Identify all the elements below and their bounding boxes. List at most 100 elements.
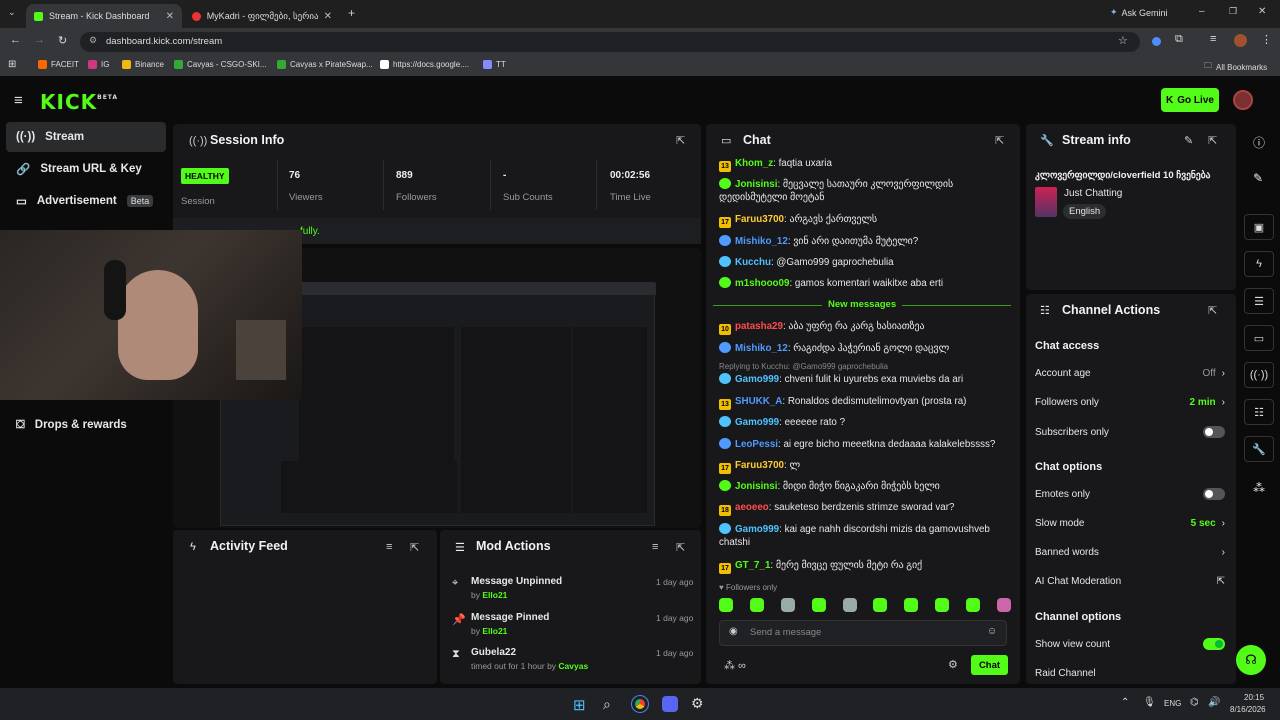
bookmark-star-icon[interactable]: ☆ [1118,34,1128,47]
mod-action-user[interactable]: Ello21 [482,626,507,636]
emote-icon[interactable] [719,598,733,612]
bookmark-binance[interactable]: Binance [122,60,164,69]
popout-icon[interactable]: ⇱ [1208,304,1217,317]
subscribers-only-toggle[interactable] [1203,426,1225,438]
chat-input[interactable]: ◉ Send a message ☺ [719,620,1007,646]
help-headset-button[interactable]: ☊ [1236,645,1266,675]
discord-icon[interactable] [662,696,678,712]
chat-username[interactable]: Jonisinsi [735,481,777,492]
edit-pencil-icon[interactable]: ✎ [1253,171,1263,185]
mod-action-user[interactable]: Cavyas [558,661,588,671]
bookmark-tt[interactable]: TT [483,60,506,69]
stream-category[interactable]: Just Chatting [1064,188,1122,199]
profile-avatar-icon[interactable] [1234,34,1247,47]
info-icon[interactable]: ⓘ [1253,134,1265,151]
rail-session-button[interactable]: ▣ [1244,214,1274,240]
show-view-count-toggle[interactable] [1203,638,1225,650]
emote-icon[interactable] [935,598,950,612]
go-live-button[interactable]: K Go Live [1161,88,1219,112]
rail-activity-button[interactable]: ϟ [1244,251,1274,277]
chat-username[interactable]: GT_7_1 [735,560,770,571]
bookmark-docs[interactable]: https://docs.google.... [380,60,469,69]
bookmark-cavyas-pirateswap[interactable]: Cavyas x PirateSwap... [277,60,373,69]
chat-username[interactable]: Mishiko_12 [735,343,788,354]
emote-icon[interactable] [780,598,795,612]
chrome-icon[interactable] [631,695,649,713]
chat-tools-icon[interactable]: ⁂ ∞ [724,659,746,672]
chat-username[interactable]: Gamo999 [735,417,779,428]
emote-icon[interactable] [966,598,980,612]
sidebar-item-advertisement[interactable]: ▭ Advertisement Beta [6,186,166,216]
rail-mod-actions-button[interactable]: ☰ [1244,288,1274,314]
forward-icon[interactable]: → [34,34,45,46]
banned-words-row[interactable]: Banned words › [1035,547,1225,558]
tab-search-icon[interactable]: ⌄ [8,7,16,18]
windows-start-icon[interactable]: ⊞ [573,696,586,714]
chat-settings-gear-icon[interactable]: ⚙ [948,658,958,671]
language-indicator[interactable]: ENG [1164,699,1181,708]
account-age-row[interactable]: Account age Off › [1035,368,1225,379]
sidebar-item-drops-rewards[interactable]: ⛋ Drops & rewards [6,410,166,440]
chat-username[interactable]: Jonisinsi [735,179,777,190]
chat-username[interactable]: Khom_z [735,158,773,169]
minimize-icon[interactable]: – [1199,6,1205,17]
chat-username[interactable]: Mishiko_12 [735,236,788,247]
rail-stream-button[interactable]: ((·)) [1244,362,1274,388]
kick-logo[interactable]: KICKBETA [40,90,118,114]
popout-icon[interactable]: ⇱ [676,541,685,554]
raid-channel-row[interactable]: Raid Channel [1035,668,1225,679]
apps-grid-icon[interactable]: ⊞ [8,59,16,70]
clock-date[interactable]: 8/16/2026 [1230,705,1266,714]
browser-menu-icon[interactable]: ⋮ [1261,33,1272,46]
reload-icon[interactable]: ↻ [58,34,67,47]
search-icon[interactable]: ⌕ [603,696,611,713]
microphone-icon[interactable]: 🎙 [1143,697,1156,708]
chat-username[interactable]: m1shooo09 [735,278,789,289]
all-bookmarks[interactable]: 🗀 All Bookmarks [1204,60,1267,74]
tab-kick-dashboard[interactable]: Stream - Kick Dashboard ✕ [26,4,182,28]
emote-icon[interactable] [749,598,764,612]
media-icon[interactable]: ≡ [1210,33,1216,45]
filter-icon[interactable]: ≡ [652,541,658,553]
popout-icon[interactable]: ⇱ [676,134,685,147]
back-icon[interactable]: ← [10,34,21,46]
extensions-puzzle-icon[interactable]: ⧉ [1175,33,1183,46]
sidebar-item-stream[interactable]: ((·)) Stream [6,122,166,152]
chat-username[interactable]: patasha29 [735,321,783,332]
sidebar-item-stream-url-key[interactable]: 🔗 Stream URL & Key [6,154,166,184]
rail-stream-info-button[interactable]: 🔧 [1244,436,1274,462]
mod-action-user[interactable]: Ello21 [482,590,507,600]
chat-username[interactable]: Kucchu [735,257,771,268]
chat-username[interactable]: LeoPessi [735,439,778,450]
emote-icon[interactable] [996,598,1011,612]
bookmark-faceit[interactable]: FACEIT [38,60,79,69]
edit-pencil-icon[interactable]: ✎ [1184,134,1193,147]
emote-picker-icon[interactable]: ◉ [729,626,738,637]
tools-icon[interactable]: ⁂ [1253,481,1265,495]
popout-icon[interactable]: ⇱ [995,134,1004,147]
emote-icon[interactable] [811,598,826,612]
ai-chat-moderation-row[interactable]: AI Chat Moderation ⇱ [1035,576,1225,587]
rail-chat-button[interactable]: ▭ [1244,325,1274,351]
bookmark-ig[interactable]: IG [88,60,109,69]
extension-icon[interactable] [1152,37,1161,46]
chat-username[interactable]: Gamo999 [735,524,779,535]
emote-icon[interactable] [904,598,919,612]
slow-mode-row[interactable]: Slow mode 5 sec › [1035,518,1225,529]
new-tab-icon[interactable]: + [348,6,355,20]
chat-username[interactable]: Gamo999 [735,374,779,385]
maximize-icon[interactable]: ❐ [1229,6,1237,17]
rail-channel-actions-button[interactable]: ☷ [1244,399,1274,425]
network-icon[interactable]: ⌬ [1190,697,1199,708]
emote-icon[interactable] [842,598,857,612]
popout-icon[interactable]: ⇱ [410,541,419,554]
close-tab-icon[interactable]: ✕ [324,11,332,22]
tray-chevron-icon[interactable]: ⌃ [1121,697,1129,708]
filter-icon[interactable]: ≡ [386,541,392,553]
site-info-icon[interactable]: ⚙ [89,35,97,46]
hamburger-menu-icon[interactable]: ≡ [14,92,23,109]
chat-send-button[interactable]: Chat [971,655,1008,675]
chat-username[interactable]: SHUKK_A [735,396,782,407]
close-window-icon[interactable]: ✕ [1258,6,1266,17]
volume-icon[interactable]: 🔊 [1208,697,1220,708]
